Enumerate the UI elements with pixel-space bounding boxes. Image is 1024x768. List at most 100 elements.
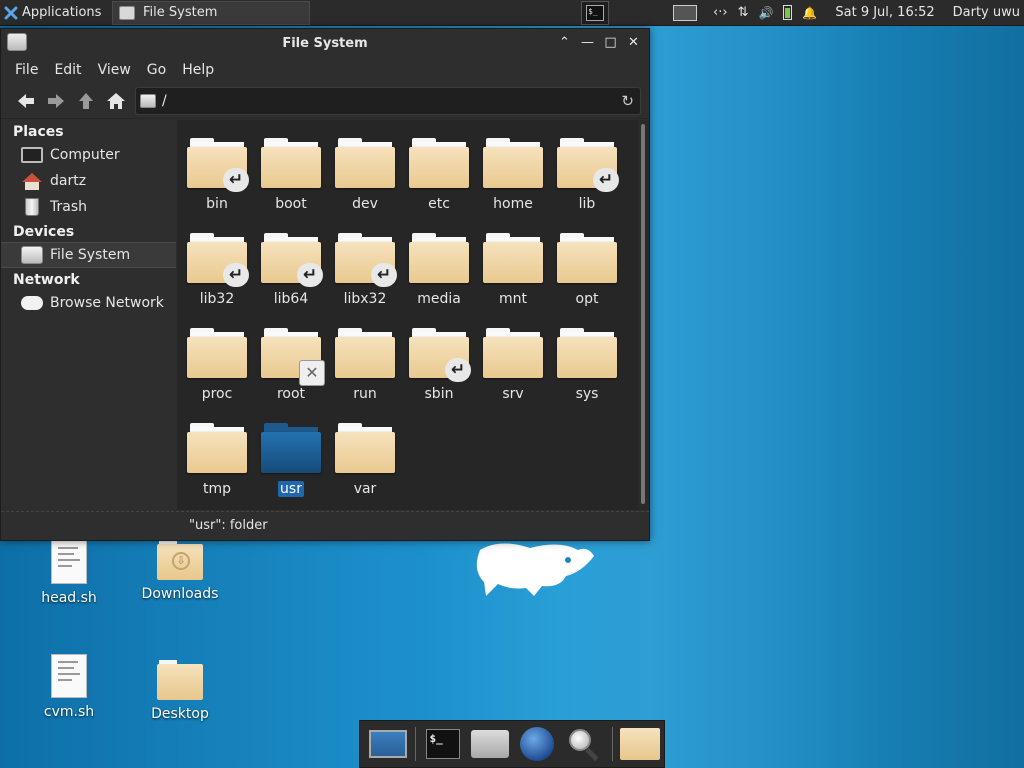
- trash-icon: [25, 198, 39, 216]
- folder-icon: [409, 138, 469, 188]
- up-button[interactable]: [71, 87, 101, 115]
- web-browser-dock-button[interactable]: [514, 722, 561, 766]
- sidebar-item-browse-network[interactable]: Browse Network: [1, 290, 176, 316]
- folder-item-lib64[interactable]: ↵ lib64: [251, 225, 325, 317]
- folder-item-opt[interactable]: opt: [547, 225, 621, 317]
- scrollbar-thumb[interactable]: [641, 124, 645, 504]
- location-path[interactable]: /: [162, 93, 167, 109]
- show-desktop-button[interactable]: [364, 722, 411, 766]
- folder-icon: ↵: [335, 233, 397, 287]
- menu-file[interactable]: File: [7, 62, 46, 78]
- terminal-icon: $_: [586, 4, 605, 21]
- folder-item-root[interactable]: ✕ root: [251, 320, 325, 412]
- folder-item-usr[interactable]: usr: [251, 415, 325, 507]
- folder-label: lib64: [251, 291, 331, 307]
- folder-name: etc: [428, 196, 450, 212]
- folder-item-mnt[interactable]: mnt: [473, 225, 547, 317]
- home-button[interactable]: [101, 87, 131, 115]
- sidebar-item-label: Computer: [50, 147, 120, 163]
- symlink-arrow-icon: ↵: [297, 263, 323, 287]
- clock[interactable]: Sat 9 Jul, 16:52: [835, 5, 934, 20]
- taskbar-button-file-system[interactable]: File System: [112, 0, 310, 25]
- folder-label: home: [473, 196, 553, 212]
- workspace-1[interactable]: [673, 4, 698, 21]
- folder-item-srv[interactable]: srv: [473, 320, 547, 412]
- script-file-icon: [51, 654, 87, 698]
- folder-item-media[interactable]: media: [399, 225, 473, 317]
- terminal-launcher-button[interactable]: $_: [581, 0, 610, 25]
- folder-item-home[interactable]: home: [473, 130, 547, 222]
- folder-icon: [335, 328, 395, 378]
- folder-item-run[interactable]: run: [325, 320, 399, 412]
- menu-help[interactable]: Help: [174, 62, 222, 78]
- app-finder-dock-button[interactable]: [561, 722, 608, 766]
- window-titlebar[interactable]: File System ⌃ — □ ✕: [1, 29, 649, 57]
- arrow-right-icon: [48, 93, 64, 108]
- desktop-icon-downloads[interactable]: ⇩ Downloads: [125, 540, 235, 602]
- sidebar-item-label: dartz: [50, 173, 87, 189]
- terminal-dock-button[interactable]: $_: [420, 722, 467, 766]
- battery-icon[interactable]: [783, 5, 793, 20]
- folder-item-libx32[interactable]: ↵ libx32: [325, 225, 399, 317]
- desktop-icon-label: cvm.sh: [43, 704, 95, 720]
- sidebar-header-places: Places: [13, 124, 64, 140]
- folder-icon: [557, 328, 617, 378]
- folder-item-lib32[interactable]: ↵ lib32: [177, 225, 251, 317]
- folder-name: lib64: [273, 291, 309, 307]
- folder-name: usr: [278, 481, 304, 497]
- menu-view[interactable]: View: [90, 62, 139, 78]
- drive-icon: [140, 93, 156, 108]
- user-menu[interactable]: Darty uwu: [953, 5, 1020, 20]
- sidebar-item-trash[interactable]: Trash: [1, 194, 176, 220]
- folder-label: lib: [547, 196, 627, 212]
- shade-button[interactable]: ⌃: [555, 33, 574, 52]
- location-bar[interactable]: / ↻: [135, 86, 641, 115]
- folder-label: opt: [547, 291, 627, 307]
- menu-go[interactable]: Go: [139, 62, 174, 78]
- folder-item-bin[interactable]: ↵ bin: [177, 130, 251, 222]
- symlink-arrow-icon: ↵: [223, 168, 249, 192]
- desktop-icon-head-sh[interactable]: head.sh: [14, 540, 124, 606]
- folder-item-var[interactable]: var: [325, 415, 399, 507]
- forward-button[interactable]: [41, 87, 71, 115]
- sidebar: Places Computer dartz Trash Devices File…: [1, 120, 176, 510]
- sidebar-item-label: Browse Network: [50, 295, 164, 311]
- folder-item-proc[interactable]: proc: [177, 320, 251, 412]
- folder-item-sys[interactable]: sys: [547, 320, 621, 412]
- download-icon: ⇩: [172, 552, 190, 570]
- desktop-icon-desktop[interactable]: Desktop: [125, 660, 235, 722]
- transfer-icon[interactable]: ⇅: [738, 5, 749, 20]
- folder-item-etc[interactable]: etc: [399, 130, 473, 222]
- globe-icon: [520, 727, 555, 761]
- minimize-button[interactable]: —: [578, 33, 597, 52]
- sidebar-item-dartz[interactable]: dartz: [1, 168, 176, 194]
- volume-icon[interactable]: 🔊: [758, 6, 773, 20]
- home-folder-dock-button[interactable]: [467, 722, 514, 766]
- folder-label: dev: [325, 196, 405, 212]
- vertical-scrollbar[interactable]: [638, 120, 649, 510]
- desktop-icon-cvm-sh[interactable]: cvm.sh: [14, 654, 124, 720]
- folder-name: var: [353, 481, 377, 497]
- back-button[interactable]: [11, 87, 41, 115]
- sidebar-item-file-system[interactable]: File System: [1, 242, 176, 268]
- sidebar-item-computer[interactable]: Computer: [1, 142, 176, 168]
- notification-bell-icon[interactable]: 🔔: [802, 6, 817, 20]
- folder-item-boot[interactable]: boot: [251, 130, 325, 222]
- folder-label: mnt: [473, 291, 553, 307]
- close-button[interactable]: ✕: [624, 33, 643, 52]
- cloud-icon: [21, 296, 43, 310]
- file-icon-view[interactable]: ↵ bin boot dev etc home ↵ lib ↵ lib32 ↵ lib64 ↵ libx3…: [177, 120, 638, 510]
- applications-menu-button[interactable]: Applications: [0, 0, 108, 26]
- workspace-switcher[interactable]: [667, 1, 703, 25]
- sidebar-item-label: File System: [50, 247, 131, 263]
- file-manager-dock-button[interactable]: [617, 722, 664, 766]
- folder-name: opt: [575, 291, 599, 307]
- reload-icon[interactable]: ↻: [621, 92, 634, 110]
- folder-item-lib[interactable]: ↵ lib: [547, 130, 621, 222]
- network-icon[interactable]: ‹·›: [713, 5, 728, 20]
- folder-item-dev[interactable]: dev: [325, 130, 399, 222]
- maximize-button[interactable]: □: [601, 33, 620, 52]
- folder-item-tmp[interactable]: tmp: [177, 415, 251, 507]
- folder-item-sbin[interactable]: ↵ sbin: [399, 320, 473, 412]
- menu-edit[interactable]: Edit: [46, 62, 89, 78]
